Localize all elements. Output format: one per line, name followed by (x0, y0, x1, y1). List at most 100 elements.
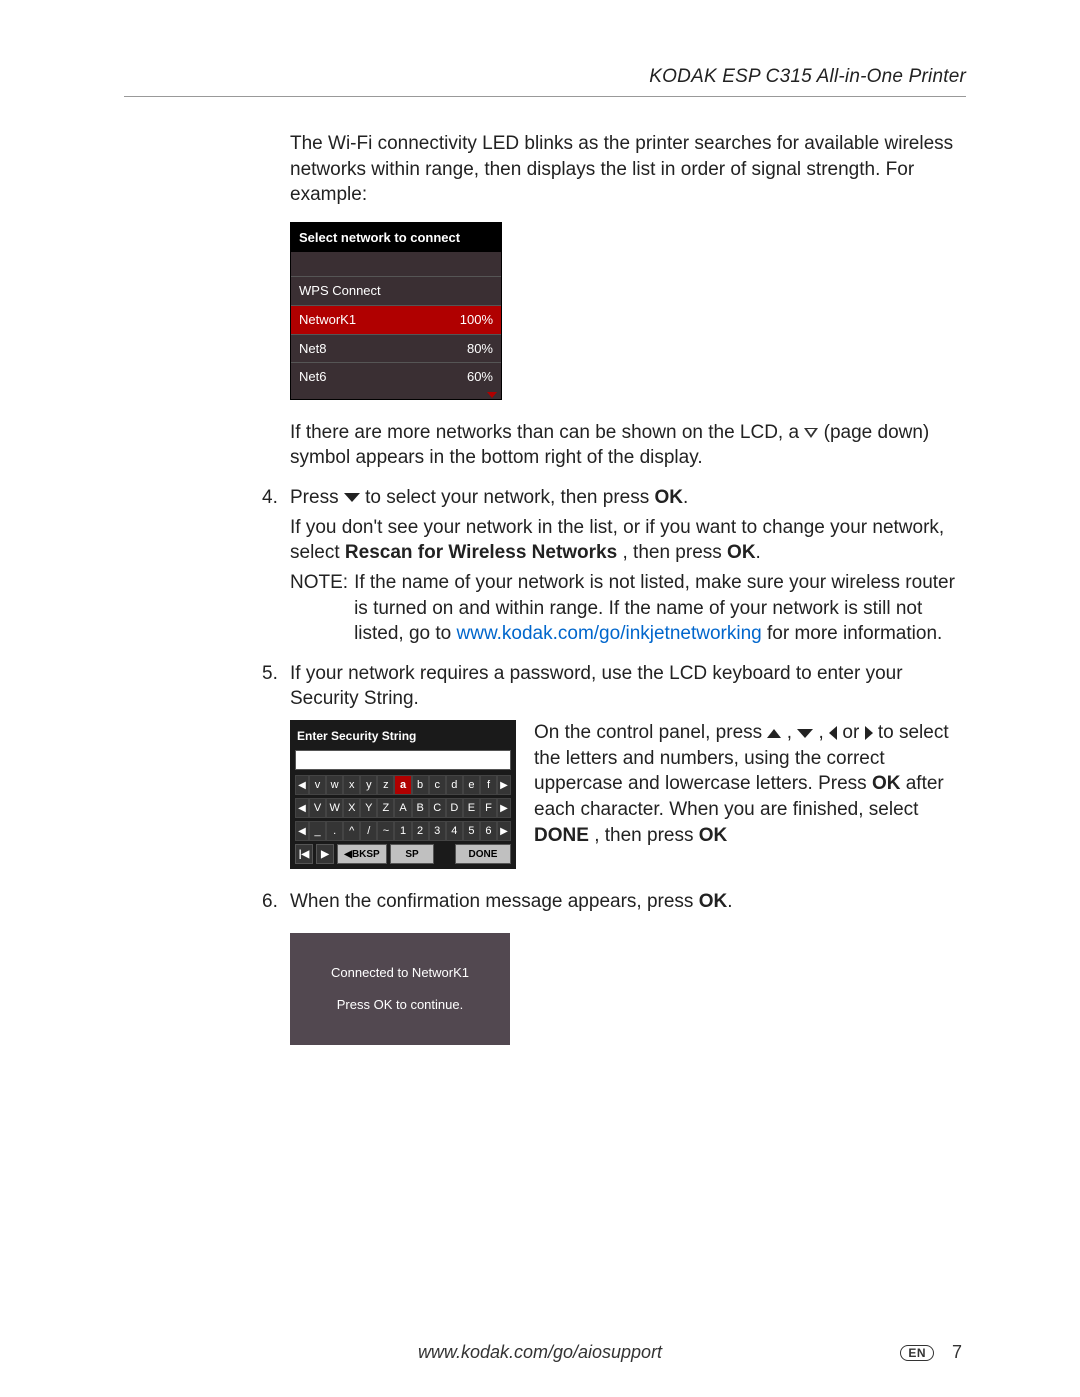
step-6: When the confirmation message appears, p… (290, 889, 966, 1045)
key: 3 (429, 821, 446, 841)
left-arrow-icon: ◀ (295, 821, 309, 841)
text: If there are more networks than can be s… (290, 422, 804, 443)
text: , (819, 722, 830, 743)
key-selected: a (394, 775, 411, 795)
lcd-confirm-line1: Connected to NetworK1 (331, 964, 469, 982)
lcd-row-selected: NetworK1 100% (291, 305, 501, 334)
body-column: The Wi-Fi connectivity LED blinks as the… (290, 131, 966, 1045)
key: F (480, 798, 497, 818)
bksp-button: ◀BKSP (337, 844, 387, 864)
right-arrow-icon: ▶ (497, 798, 511, 818)
keyboard-row: Enter Security String ◀ v w x y z a b c (290, 720, 966, 869)
kb-row-2: ◀ V W X Y Z A B C D E F ▶ (295, 798, 511, 818)
key: ~ (377, 821, 394, 841)
left-arrow-icon: ◀ (295, 798, 309, 818)
down-arrow-icon (797, 729, 813, 738)
ok-label: OK (727, 542, 756, 563)
lcd-keyboard: Enter Security String ◀ v w x y z a b c (290, 720, 516, 869)
kb-row-3: ◀ _ . ^ / ~ 1 2 3 4 5 6 ▶ (295, 821, 511, 841)
ok-label: OK (872, 773, 901, 794)
key: 6 (480, 821, 497, 841)
lcd-row-name: NetworK1 (299, 311, 356, 329)
lcd-confirmation: Connected to NetworK1 Press OK to contin… (290, 933, 510, 1045)
lcd-network-title: Select network to connect (291, 223, 501, 253)
page-down-icon (804, 428, 818, 438)
key: Z (377, 798, 394, 818)
key: z (377, 775, 394, 795)
page: KODAK ESP C315 All-in-One Printer The Wi… (0, 0, 1080, 1397)
text: On the control panel, press (534, 722, 767, 743)
text: When the confirmation message appears, p… (290, 891, 699, 912)
lcd-confirm-line2: Press OK to continue. (337, 996, 463, 1014)
key: c (429, 775, 446, 795)
right-arrow-icon: ▶ (497, 821, 511, 841)
kb-button-row: |◀ ▶ ◀BKSP SP DONE (295, 844, 511, 864)
key: V (309, 798, 326, 818)
intro-paragraph: The Wi-Fi connectivity LED blinks as the… (290, 131, 966, 208)
text: for more information. (767, 623, 942, 644)
key: / (360, 821, 377, 841)
lcd-row-signal: 60% (467, 368, 493, 386)
note-body: If the name of your network is not liste… (354, 570, 966, 647)
key: 1 (394, 821, 411, 841)
text: , then press (594, 825, 699, 846)
key: 5 (463, 821, 480, 841)
note-label: NOTE: (290, 570, 348, 647)
text: , (787, 722, 798, 743)
first-icon: |◀ (295, 844, 313, 864)
text: , then press (622, 542, 727, 563)
keyboard-side-text: On the control panel, press , , or to se… (534, 720, 966, 848)
lcd-row-name: Net8 (299, 340, 326, 358)
text: . (683, 487, 688, 508)
lcd-row: Net8 80% (291, 334, 501, 363)
right-arrow-icon: ▶ (497, 775, 511, 795)
ok-label: OK (699, 891, 728, 912)
key: D (446, 798, 463, 818)
text: . (727, 891, 732, 912)
key: X (343, 798, 360, 818)
down-arrow-icon (344, 493, 360, 502)
key: 4 (446, 821, 463, 841)
lcd-row: Net6 60% (291, 362, 501, 391)
lcd-kb-title: Enter Security String (295, 725, 511, 750)
rescan-label: Rescan for Wireless Networks (345, 542, 617, 563)
key: . (326, 821, 343, 841)
key: v (309, 775, 326, 795)
left-arrow-icon: ◀ (295, 775, 309, 795)
key: _ (309, 821, 326, 841)
header-rule (124, 96, 966, 97)
left-arrow-icon (829, 726, 837, 740)
up-arrow-icon (767, 729, 781, 738)
step-4: Press to select your network, then press… (290, 485, 966, 647)
key: C (429, 798, 446, 818)
text: to select your network, then press (365, 487, 654, 508)
key: W (326, 798, 343, 818)
page-number: 7 (952, 1342, 962, 1363)
key: E (463, 798, 480, 818)
footer-url: www.kodak.com/go/aiosupport (418, 1342, 662, 1363)
after-lcd-paragraph: If there are more networks than can be s… (290, 420, 966, 471)
lang-pill: EN (900, 1345, 934, 1361)
next-icon: ▶ (316, 844, 334, 864)
key: b (412, 775, 429, 795)
lcd-row-name: Net6 (299, 368, 326, 386)
key: f (480, 775, 497, 795)
note: NOTE: If the name of your network is not… (290, 570, 966, 647)
lcd-scroll-indicator (291, 391, 501, 399)
key: d (446, 775, 463, 795)
text: or (842, 722, 864, 743)
text: Press (290, 487, 344, 508)
lcd-row-signal: 80% (467, 340, 493, 358)
key: 2 (412, 821, 429, 841)
key: ^ (343, 821, 360, 841)
lcd-row-wps: WPS Connect (291, 276, 501, 305)
done-label: DONE (534, 825, 589, 846)
lcd-gap (291, 252, 501, 276)
key: Y (360, 798, 377, 818)
footer-right: EN 7 (900, 1342, 962, 1363)
lcd-row-signal: 100% (460, 311, 493, 329)
networking-link[interactable]: www.kodak.com/go/inkjetnetworking (457, 623, 762, 644)
steps-list: Press to select your network, then press… (290, 485, 966, 1045)
text: . (756, 542, 761, 563)
right-arrow-icon (865, 726, 873, 740)
